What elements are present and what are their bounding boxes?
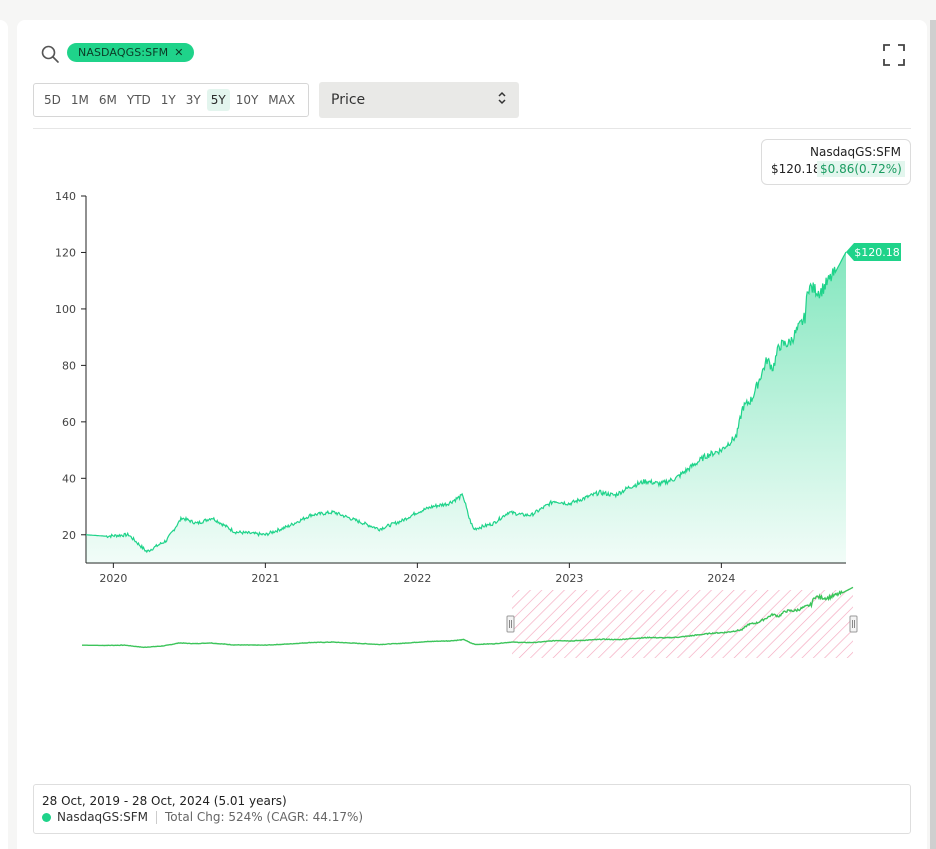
summary-separator: [156, 810, 158, 824]
y-tick-label: 140: [55, 190, 76, 203]
last-price-label: $120.18: [854, 246, 900, 259]
y-tick-label: 20: [62, 529, 76, 542]
y-tick-label: 60: [62, 416, 76, 429]
navigator-handle-left[interactable]: [506, 615, 515, 633]
x-tick-label: 2023: [555, 572, 583, 585]
total-change: Total Chg: 524% (CAGR: 44.17%): [165, 810, 364, 824]
series-dot-icon: [42, 812, 51, 822]
y-tick-label: 40: [62, 472, 76, 485]
price-chart: 20 40 60 80 100 120 140 2020 2021 2022 2023 2024 $12…: [55, 190, 901, 658]
x-tick-label: 2022: [403, 572, 431, 585]
y-tick-label: 80: [62, 359, 76, 372]
navigator-selection: [512, 590, 853, 658]
summary-footer: 28 Oct, 2019 - 28 Oct, 2024 (5.01 years)…: [33, 784, 911, 834]
y-tick-label: 100: [55, 303, 76, 316]
summary-row: NasdaqGS:SFM Total Chg: 524% (CAGR: 44.1…: [42, 810, 363, 824]
price-area: [86, 252, 846, 563]
x-tick-label: 2020: [99, 572, 127, 585]
y-tick-label: 120: [55, 246, 76, 259]
summary-series-name: NasdaqGS:SFM: [57, 810, 149, 824]
x-tick-label: 2024: [707, 572, 735, 585]
x-tick-label: 2021: [251, 572, 279, 585]
period-label: 28 Oct, 2019 - 28 Oct, 2024 (5.01 years): [42, 794, 287, 808]
navigator-handle-right[interactable]: [849, 615, 858, 633]
